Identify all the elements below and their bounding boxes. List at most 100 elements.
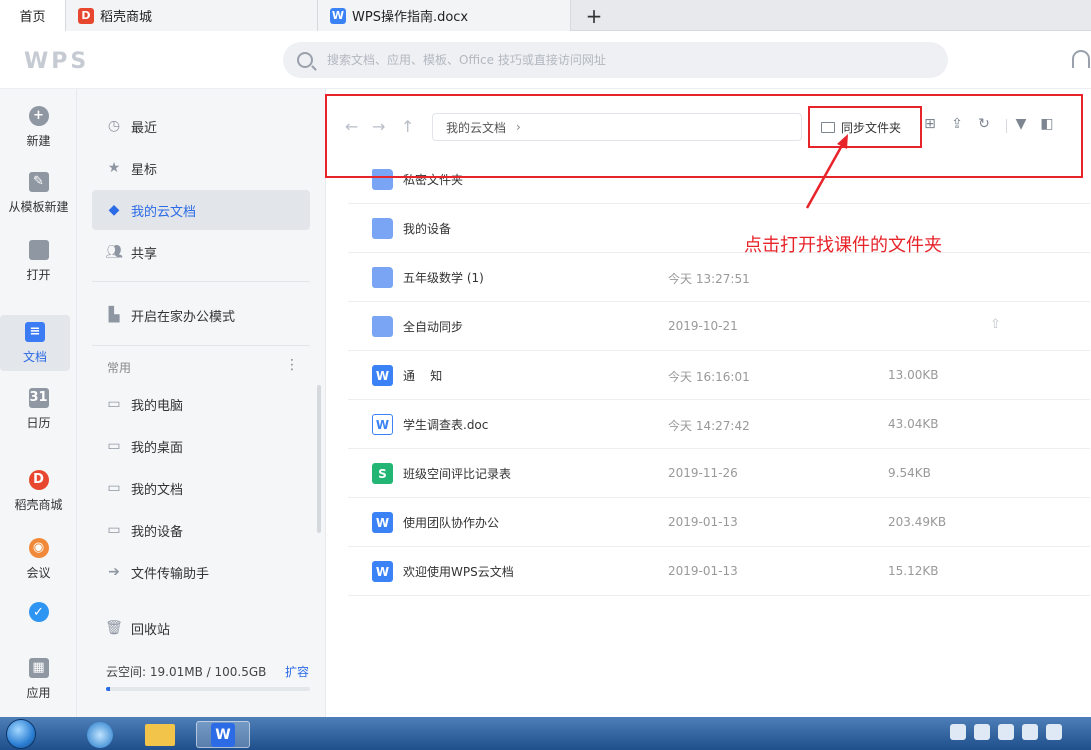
tray-icon[interactable] [974,724,990,740]
cloud-icon: ◆ [108,202,120,218]
nav-star[interactable]: ★ 星标 [92,148,310,188]
template-icon: ✎ [28,171,49,192]
file-row[interactable]: 全自动同步 2019-10-21 ⇧ [348,302,1090,351]
folder-icon [145,723,175,746]
breadcrumb-label: 我的云文档 [446,120,507,135]
file-row[interactable]: W 使用团队协作办公 2019-01-13 203.49KB [348,498,1090,547]
file-modified-time: 2019-01-13 [668,564,738,578]
rail-calendar-label: 日历 [26,415,51,430]
more-options-icon[interactable]: ⋮ [285,357,299,373]
file-name: 班级空间评比记录表 [403,467,512,481]
main-content: ← → ↑ 我的云文档 › 同步文件夹 ⊞ ⇪ ↻ ▼ ◧ 私密文件夹我的设备五… [327,89,1091,717]
nav-home-office-label: 开启在家办公模式 [131,309,236,325]
nav-recent-label: 最近 [131,120,158,136]
up-arrow-icon[interactable]: ↑ [401,117,414,136]
tray-icon[interactable] [1046,724,1062,740]
taskbar-browser[interactable] [80,721,120,748]
nav-cloud-docs[interactable]: ◆ 我的云文档 [92,190,310,230]
folder-icon [28,239,49,260]
tab-home-label: 首页 [19,10,46,25]
building-icon: ▙ [108,307,120,323]
cloud-space-text: 云空间: 19.01MB / 100.5GB [106,665,267,679]
expand-storage-link[interactable]: 扩容 [285,663,309,680]
tray-icon[interactable] [950,724,966,740]
tab-store[interactable]: D 稻壳商城 [66,0,318,31]
start-button[interactable] [6,719,36,749]
spreadsheet-icon: S [372,463,393,484]
tab-document[interactable]: W WPS操作指南.docx [318,0,571,31]
nav-home-office[interactable]: ▙ 开启在家办公模式 [92,295,310,335]
browser-icon [87,721,113,748]
nav-my-desktop-label: 我的桌面 [131,440,184,456]
headset-icon[interactable] [1072,50,1090,68]
rail-new[interactable]: + 新建 [0,97,77,157]
upload-icon[interactable]: ⇪ [948,115,966,133]
file-row[interactable]: S 班级空间评比记录表 2019-11-26 9.54KB [348,449,1090,498]
file-row[interactable]: 五年级数学 (1) 今天 13:27:51 [348,253,1090,302]
rail-open[interactable]: 打开 [0,231,77,291]
new-file-icon[interactable]: ⊞ [921,115,939,133]
chevron-right-icon: › [516,120,521,134]
file-row[interactable]: W 学生调查表.doc 今天 14:27:42 43.04KB [348,400,1090,449]
sync-folder-button[interactable]: 同步文件夹 [821,119,901,136]
search-input[interactable] [327,53,887,67]
word-doc-icon: W [372,365,393,386]
file-row[interactable]: W 欢迎使用WPS云文档 2019-01-13 15.12KB [348,547,1090,596]
nav-trash[interactable]: 🗑︎ 回收站 [92,608,310,648]
nav-my-devices[interactable]: ▭ 我的设备 [92,510,310,550]
folder-icon [372,316,393,337]
forward-arrow-icon[interactable]: → [372,117,385,136]
nav-my-pc-label: 我的电脑 [131,398,184,414]
nav-transfer[interactable]: ➔ 文件传输助手 [92,552,310,592]
divider [92,345,310,346]
taskbar-explorer[interactable] [140,721,180,748]
file-row[interactable]: 私密文件夹 [348,155,1090,204]
rail-calendar[interactable]: 31 日历 [0,379,77,439]
refresh-icon[interactable]: ↻ [975,115,993,133]
nav-my-pc[interactable]: ▭ 我的电脑 [92,384,310,424]
word-doc-icon: W [372,512,393,533]
nav-share[interactable]: 👥︎ 共享 [92,232,310,272]
star-icon: ★ [107,160,121,176]
taskbar-wps[interactable]: W [196,721,250,748]
rail-template[interactable]: ✎ 从模板新建 [0,163,77,223]
sync-folder-icon [821,122,835,133]
nav-my-desktop[interactable]: ▭ 我的桌面 [92,426,310,466]
trash-icon: 🗑︎ [105,620,123,636]
rail-app[interactable]: ▦ 应用 [0,649,77,709]
folder-icon [372,169,393,190]
documents-icon: ▭ [107,480,121,496]
back-arrow-icon[interactable]: ← [345,117,358,136]
file-name: 欢迎使用WPS云文档 [403,565,514,579]
new-tab-button[interactable]: + [582,0,606,31]
nav-cloud-label: 我的云文档 [131,204,197,220]
people-icon: 👥︎ [105,244,123,260]
nav-recent[interactable]: ◷ 最近 [92,106,310,146]
rail-meeting-label: 会议 [26,565,51,580]
file-toolbar: ← → ↑ 我的云文档 › 同步文件夹 ⊞ ⇪ ↻ ▼ ◧ [327,97,1091,155]
apps-grid-icon: ▦ [28,657,49,678]
tray-icon[interactable] [1022,724,1038,740]
tab-bar: 首页 D 稻壳商城 W WPS操作指南.docx + [0,0,1091,31]
search-bar[interactable] [283,42,948,78]
share-icon[interactable]: ⇧ [990,317,1001,332]
nav-scrollbar[interactable] [317,385,321,533]
plus-icon: + [28,105,49,126]
file-name: 私密文件夹 [403,173,464,187]
filter-icon[interactable]: ▼ [1012,115,1030,133]
breadcrumb[interactable]: 我的云文档 › [432,113,802,141]
divider [92,281,310,282]
rail-store[interactable]: D 稻壳商城 [0,461,77,521]
rail-meeting[interactable]: ◉ 会议 [0,529,77,589]
file-size: 15.12KB [888,564,939,578]
tray-icon[interactable] [998,724,1014,740]
tab-home[interactable]: 首页 [0,0,66,31]
file-row[interactable]: 我的设备 [348,204,1090,253]
search-icon [297,52,313,68]
panel-toggle-icon[interactable]: ◧ [1038,115,1056,133]
nav-my-docs[interactable]: ▭ 我的文档 [92,468,310,508]
file-row[interactable]: W 通 知 今天 16:16:01 13.00KB [348,351,1090,400]
clock-icon: ◷ [107,118,121,134]
rail-form[interactable]: ✓ [0,597,77,633]
rail-docs[interactable]: ≡ 文档 [0,315,70,371]
